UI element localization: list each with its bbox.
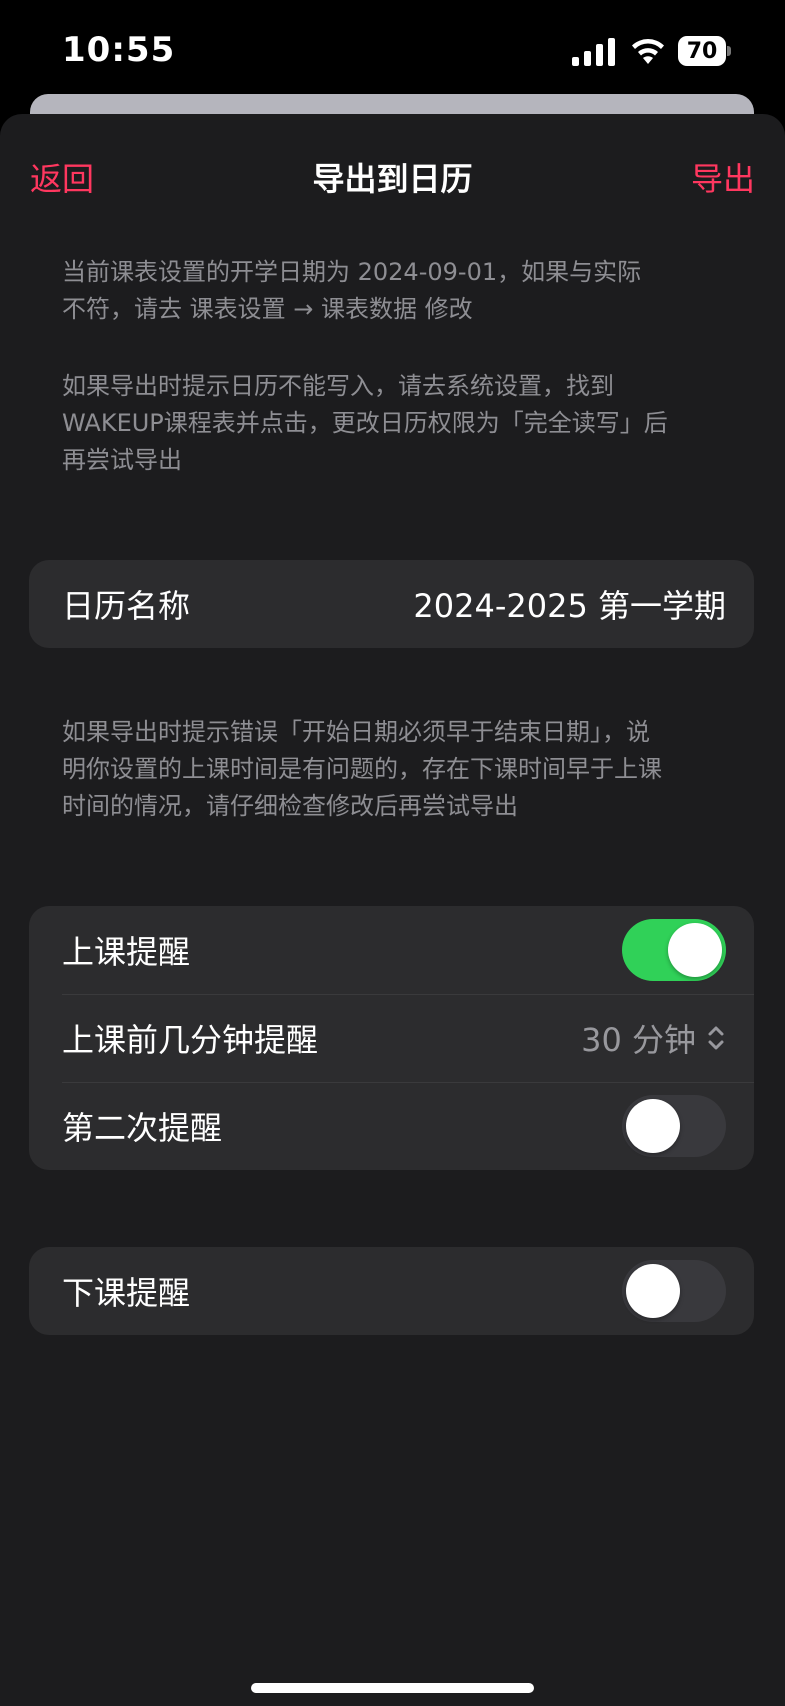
calendar-name-group: 日历名称 2024-2025 第一学期 <box>29 560 754 648</box>
note-line: 时间的情况，请仔细检查修改后再尝试导出 <box>62 792 518 820</box>
home-indicator <box>251 1683 534 1693</box>
calendar-name-row[interactable]: 日历名称 2024-2025 第一学期 <box>29 560 754 648</box>
end-reminder-row: 下课提醒 <box>29 1247 754 1335</box>
second-reminder-toggle[interactable] <box>622 1095 726 1157</box>
end-reminder-label: 下课提醒 <box>62 1274 191 1312</box>
class-reminder-label: 上课提醒 <box>62 933 191 971</box>
battery-icon: 70 <box>678 36 731 66</box>
class-reminder-group: 上课提醒 上课前几分钟提醒 30 分钟 第二次提醒 <box>29 906 754 1170</box>
chevron-up-down-icon <box>708 1026 724 1050</box>
note-line: WAKEUP课程表并点击，更改日历权限为「完全读写」后 <box>62 409 668 437</box>
export-sheet: 返回 导出到日历 导出 当前课表设置的开学日期为 2024-09-01，如果与实… <box>0 114 785 1706</box>
start-date-note: 当前课表设置的开学日期为 2024-09-01，如果与实际 不符，请去 课表设置… <box>62 254 722 328</box>
calendar-name-value[interactable]: 2024-2025 第一学期 <box>413 581 726 627</box>
class-reminder-toggle[interactable] <box>622 919 726 981</box>
end-reminder-group: 下课提醒 <box>29 1247 754 1335</box>
cellular-signal-icon <box>572 38 615 66</box>
permission-note: 如果导出时提示日历不能写入，请去系统设置，找到 WAKEUP课程表并点击，更改日… <box>62 368 722 479</box>
second-reminder-row: 第二次提醒 <box>29 1082 754 1170</box>
error-note: 如果导出时提示错误「开始日期必须早于结束日期」，说 明你设置的上课时间是有问题的… <box>62 714 722 825</box>
minutes-before-row[interactable]: 上课前几分钟提醒 30 分钟 <box>29 994 754 1082</box>
second-reminder-label: 第二次提醒 <box>62 1109 223 1147</box>
note-line: 如果导出时提示日历不能写入，请去系统设置，找到 <box>62 372 614 400</box>
page-title: 导出到日历 <box>312 160 473 198</box>
end-reminder-toggle[interactable] <box>622 1260 726 1322</box>
note-line: 再尝试导出 <box>62 446 182 474</box>
minutes-before-label: 上课前几分钟提醒 <box>62 1021 319 1059</box>
note-line: 明你设置的上课时间是有问题的，存在下课时间早于上课 <box>62 755 662 783</box>
minutes-before-picker[interactable]: 30 分钟 <box>581 1015 726 1061</box>
note-line: 如果导出时提示错误「开始日期必须早于结束日期」，说 <box>62 718 650 746</box>
note-line: 不符，请去 课表设置 → 课表数据 修改 <box>62 295 473 323</box>
status-time: 10:55 <box>62 30 176 70</box>
minutes-before-value: 30 分钟 <box>581 1021 696 1059</box>
note-line: 当前课表设置的开学日期为 2024-09-01，如果与实际 <box>62 258 642 286</box>
wifi-icon <box>632 39 664 64</box>
class-reminder-row: 上课提醒 <box>29 906 754 994</box>
battery-level: 70 <box>678 36 726 66</box>
calendar-name-label: 日历名称 <box>62 587 191 625</box>
status-bar: 10:55 70 <box>0 0 785 100</box>
export-button[interactable]: 导出 <box>691 154 755 200</box>
